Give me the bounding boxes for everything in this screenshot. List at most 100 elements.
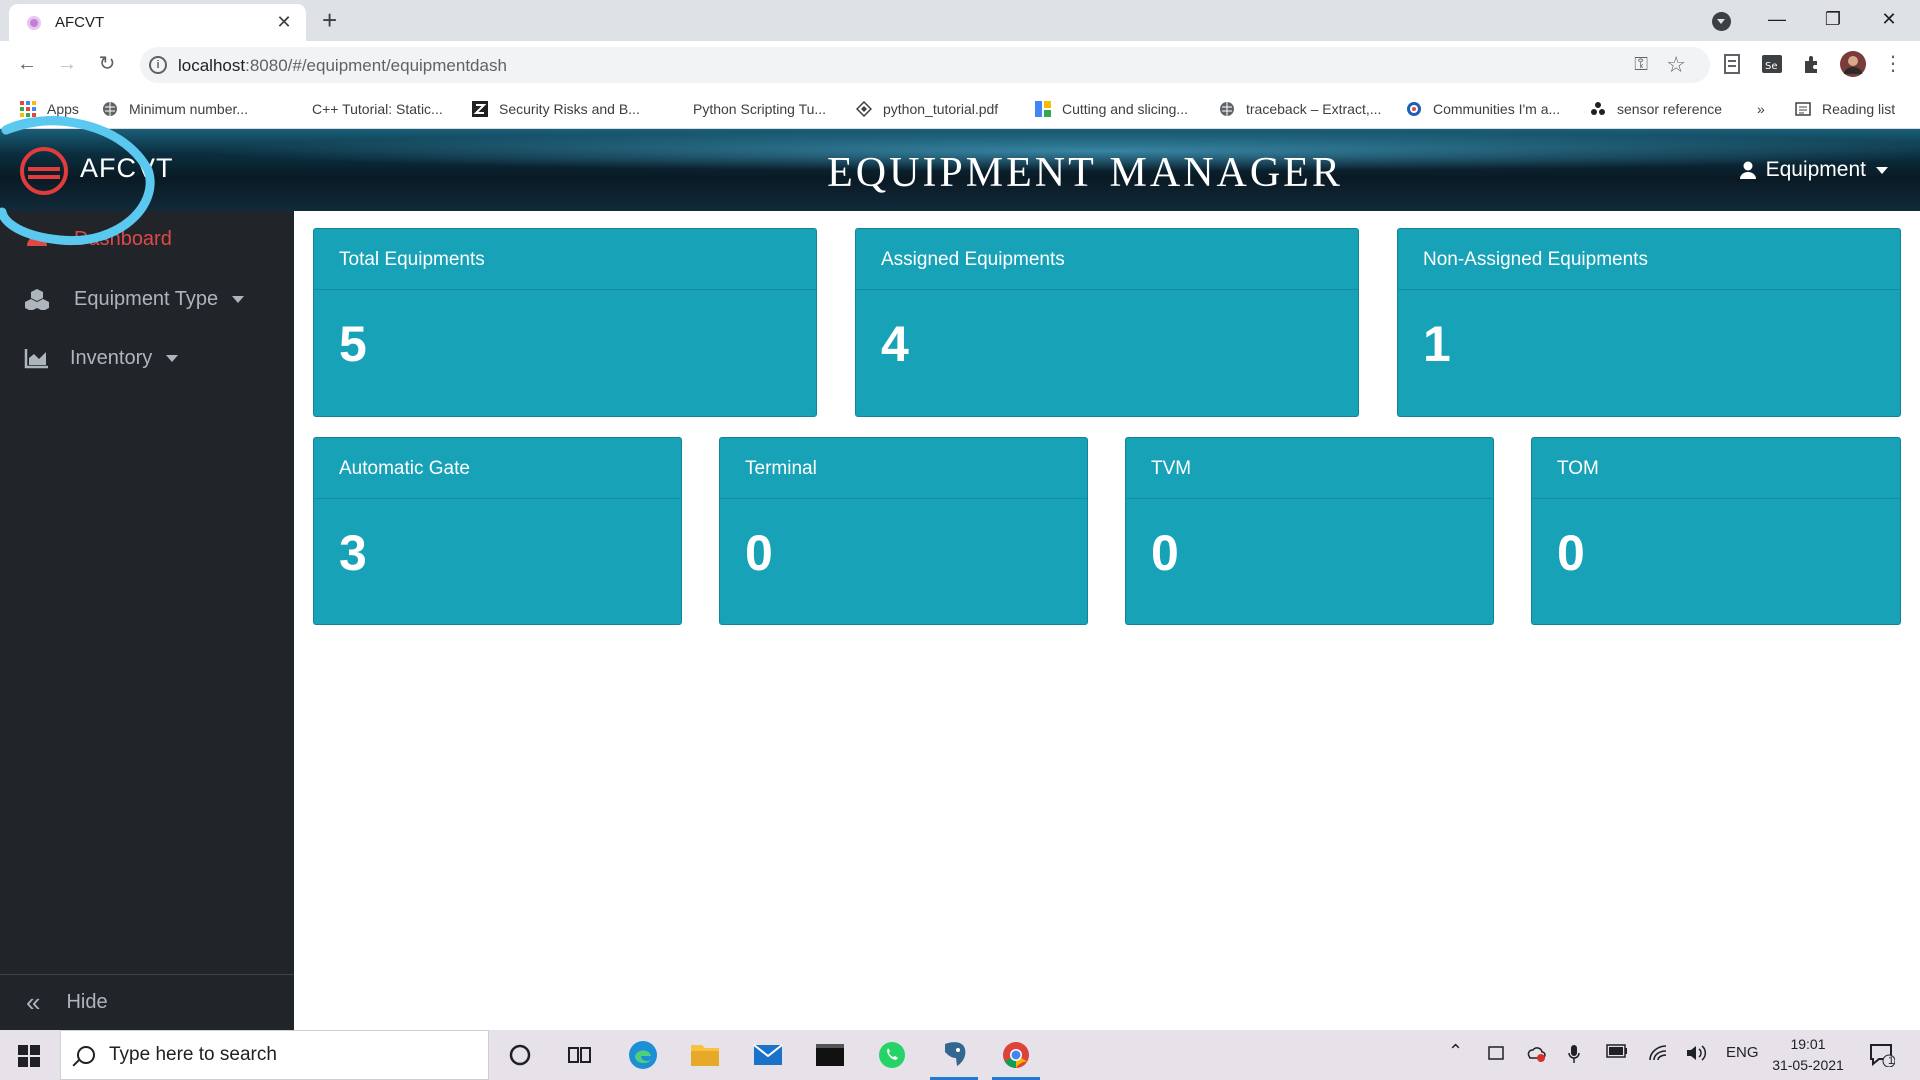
hide-label: Hide — [66, 991, 108, 1013]
selenium-extension-icon[interactable]: Se — [1761, 53, 1783, 75]
chevron-down-icon — [1876, 166, 1888, 174]
microphone-icon[interactable] — [1568, 1044, 1580, 1064]
terminal-icon[interactable] — [812, 1037, 848, 1073]
bookmark-label: Apps — [47, 101, 79, 117]
pgadmin-icon[interactable] — [930, 1037, 978, 1080]
battery-icon[interactable] — [1606, 1044, 1628, 1058]
bookmark-label: python_tutorial.pdf — [883, 101, 999, 117]
card-title: Assigned Equipments — [856, 229, 1358, 290]
tab-close-icon[interactable]: ✕ — [274, 12, 294, 33]
tab-title: AFCVT — [55, 14, 105, 31]
edge-icon[interactable] — [625, 1037, 661, 1073]
meet-now-icon[interactable] — [1488, 1044, 1504, 1062]
new-tab-button[interactable]: + — [322, 6, 337, 34]
chevron-down-icon — [232, 295, 245, 303]
reading-list-icon — [1795, 102, 1811, 116]
card-title: Non-Assigned Equipments — [1398, 229, 1900, 290]
clock-date: 31-05-2021 — [1772, 1057, 1844, 1073]
card-non-assigned-equipments[interactable]: Non-Assigned Equipments 1 — [1397, 228, 1901, 417]
browser-tab[interactable]: AFCVT ✕ — [9, 4, 306, 41]
bookmark-cpp-tutorial[interactable]: C++ Tutorial: Static... — [312, 89, 443, 129]
user-menu-dropdown[interactable]: Equipment — [1739, 158, 1888, 182]
card-value: 3 — [339, 525, 367, 581]
card-total-equipments[interactable]: Total Equipments 5 — [313, 228, 817, 417]
reading-list-label: Reading list — [1822, 101, 1896, 117]
search-placeholder: Type here to search — [109, 1044, 277, 1065]
mail-icon[interactable] — [750, 1037, 786, 1073]
file-explorer-icon[interactable] — [687, 1037, 723, 1073]
restore-icon[interactable]: ❐ — [1810, 4, 1856, 34]
card-terminal[interactable]: Terminal 0 — [719, 437, 1088, 625]
bookmark-minimum-number[interactable]: Minimum number... — [102, 89, 248, 129]
diamond-icon — [856, 101, 872, 117]
sidebar-hide-toggle[interactable]: « Hide — [0, 974, 294, 1030]
sidebar-item-label: Equipment Type — [74, 287, 219, 310]
card-title: Terminal — [720, 438, 1087, 499]
profile-avatar-icon[interactable] — [1840, 51, 1866, 77]
bookmark-label: Python Scripting Tu... — [693, 101, 827, 117]
bookmark-cutting-slicing[interactable]: Cutting and slicing... — [1035, 89, 1188, 129]
stackexchange-icon — [1407, 102, 1421, 116]
bookmark-sensor-reference[interactable]: sensor reference — [1590, 89, 1722, 129]
key-icon[interactable]: ⚿ — [1634, 54, 1648, 75]
card-tom[interactable]: TOM 0 — [1531, 437, 1901, 625]
reload-icon[interactable]: ↻ — [92, 49, 122, 79]
bookmark-star-icon[interactable]: ☆ — [1666, 52, 1686, 78]
apps-grid-icon — [20, 101, 36, 117]
onedrive-error-icon[interactable] — [1526, 1044, 1546, 1062]
bookmark-communities[interactable]: Communities I'm a... — [1406, 89, 1560, 129]
bookmark-label: sensor reference — [1617, 101, 1723, 117]
reader-extension-icon[interactable] — [1721, 53, 1743, 75]
bookmark-python-scripting[interactable]: Python Scripting Tu... — [693, 89, 826, 129]
notification-count: 1 — [1888, 1055, 1895, 1067]
task-view-icon[interactable] — [562, 1037, 598, 1073]
card-value: 4 — [881, 316, 909, 372]
tab-favicon-icon — [27, 15, 41, 30]
taskbar-search-input[interactable]: Type here to search — [60, 1030, 489, 1080]
bookmark-python-tutorial-pdf[interactable]: python_tutorial.pdf — [856, 89, 998, 129]
system-clock[interactable]: 19:01 31-05-2021 — [1768, 1034, 1848, 1076]
sidebar-item-label: Dashboard — [74, 227, 172, 250]
card-title: Total Equipments — [314, 229, 816, 290]
windows-start-icon[interactable] — [18, 1045, 40, 1067]
bookmark-label: Minimum number... — [129, 101, 249, 117]
bookmark-traceback[interactable]: traceback – Extract,... — [1219, 89, 1381, 129]
clock-time: 19:01 — [1790, 1036, 1826, 1052]
language-indicator[interactable]: ENG — [1726, 1044, 1759, 1061]
volume-icon[interactable] — [1686, 1044, 1708, 1062]
site-info-icon[interactable]: i — [149, 56, 167, 74]
show-hidden-icons-icon[interactable]: ⌃ — [1448, 1041, 1463, 1062]
network-icon — [1591, 102, 1605, 115]
card-tvm[interactable]: TVM 0 — [1125, 437, 1494, 625]
bookmark-apps[interactable]: Apps — [20, 89, 79, 129]
whatsapp-icon[interactable] — [874, 1037, 910, 1073]
cortana-icon[interactable] — [502, 1037, 538, 1073]
tab-search-icon[interactable] — [1712, 12, 1731, 31]
address-bar[interactable]: i localhost:8080/#/equipment/equipmentda… — [140, 47, 1710, 83]
forward-icon[interactable]: → — [52, 49, 82, 79]
sidebar-item-inventory[interactable]: Inventory — [0, 332, 294, 384]
reading-list-button[interactable]: Reading list — [1795, 89, 1895, 129]
close-window-icon[interactable]: ✕ — [1866, 4, 1912, 34]
browser-menu-icon[interactable]: ⋮ — [1878, 49, 1908, 79]
card-value: 0 — [1151, 525, 1179, 581]
minimize-icon[interactable]: — — [1754, 4, 1800, 34]
chrome-icon[interactable] — [992, 1037, 1040, 1080]
zotero-icon — [472, 101, 488, 117]
card-automatic-gate[interactable]: Automatic Gate 3 — [313, 437, 682, 625]
more-bookmarks-button[interactable]: » — [1757, 89, 1765, 129]
card-title: TOM — [1532, 438, 1900, 499]
card-assigned-equipments[interactable]: Assigned Equipments 4 — [855, 228, 1359, 417]
sidebar-item-dashboard[interactable]: Dashboard — [0, 213, 294, 265]
bookmark-label: traceback – Extract,... — [1246, 101, 1382, 117]
back-icon[interactable]: ← — [12, 49, 42, 79]
sidebar-item-equipment-type[interactable]: Equipment Type — [0, 273, 294, 325]
dashboard-icon — [27, 236, 47, 246]
card-title: TVM — [1126, 438, 1493, 499]
colab-icon — [1035, 101, 1051, 117]
extensions-puzzle-icon[interactable] — [1801, 53, 1823, 75]
wifi-icon[interactable] — [1648, 1044, 1668, 1062]
bookmark-security-risks[interactable]: Security Risks and B... — [472, 89, 640, 129]
notifications-icon[interactable]: 1 — [1864, 1037, 1900, 1073]
chevron-down-icon — [166, 354, 179, 362]
